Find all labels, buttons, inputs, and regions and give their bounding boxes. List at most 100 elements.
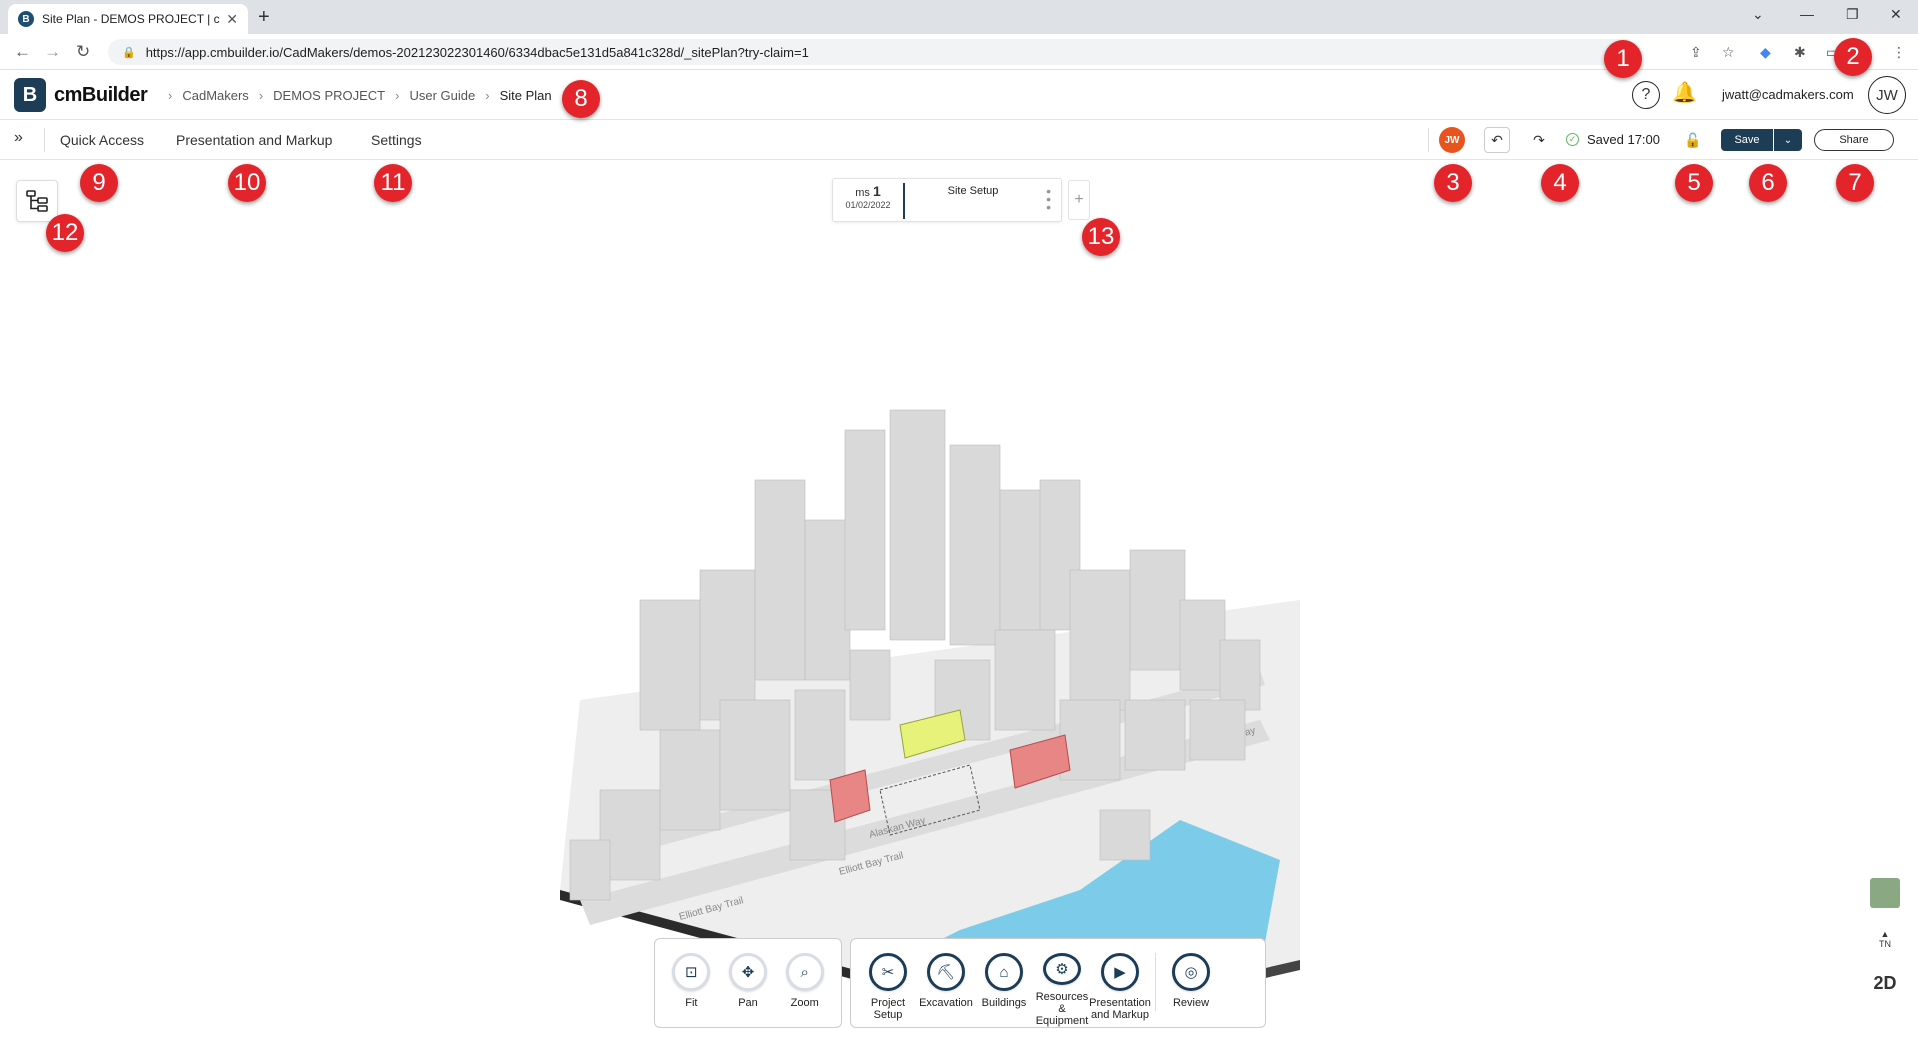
- control-label: Presentation and Markup: [1089, 997, 1151, 1021]
- restore-icon[interactable]: ❐: [1846, 6, 1859, 23]
- save-button[interactable]: Save: [1721, 129, 1773, 151]
- north-indicator-icon[interactable]: ▲ TN: [1870, 924, 1900, 954]
- presentation-icon[interactable]: ▶: [1101, 953, 1139, 991]
- share-page-icon[interactable]: ⇪: [1690, 44, 1702, 61]
- breadcrumb-item[interactable]: CadMakers: [182, 88, 248, 103]
- view-controls: ⊡ Fit ✥ Pan ⌕ Zoom: [654, 938, 842, 1028]
- north-label: TN: [1879, 939, 1891, 949]
- close-window-icon[interactable]: ✕: [1890, 6, 1902, 23]
- control-label: Zoom: [790, 997, 819, 1009]
- url-field[interactable]: 🔒 https://app.cmbuilder.io/CadMakers/dem…: [108, 39, 1638, 65]
- control-label: Review: [1172, 997, 1210, 1009]
- site-plan-canvas[interactable]: ms 1 01/02/2022 Site Setup • • • + Alaskan…: [0, 160, 1918, 1040]
- breadcrumb-item[interactable]: DEMOS PROJECT: [273, 88, 385, 103]
- breadcrumb-current: Site Plan: [499, 88, 552, 103]
- close-tab-icon[interactable]: ✕: [226, 11, 238, 28]
- marker: 11: [374, 164, 412, 202]
- control-label: Buildings: [981, 997, 1027, 1009]
- fit-icon[interactable]: ⊡: [672, 953, 711, 991]
- zoom-icon[interactable]: ⌕: [785, 953, 824, 991]
- review-icon[interactable]: ◎: [1172, 953, 1210, 991]
- back-icon[interactable]: ←: [14, 42, 31, 62]
- save-status: ✓ Saved 17:00: [1566, 132, 1660, 147]
- city-3d-model[interactable]: Alaskan Way Alaskan Way Elliott Bay Trai…: [540, 370, 1340, 1010]
- browser-tab[interactable]: B Site Plan - DEMOS PROJECT | cm ✕: [8, 4, 248, 34]
- marker: 10: [228, 164, 266, 202]
- avatar[interactable]: JW: [1868, 76, 1906, 114]
- menu-presentation-markup[interactable]: Presentation and Markup: [176, 132, 332, 148]
- fit-control[interactable]: ⊡ Fit: [663, 953, 720, 1027]
- breadcrumb: › CadMakers › DEMOS PROJECT › User Guide…: [168, 88, 552, 103]
- control-label: Excavation: [919, 997, 973, 1009]
- add-milestone-button[interactable]: +: [1068, 180, 1090, 220]
- model-tree-icon[interactable]: [16, 180, 58, 222]
- cmbuilder-favicon-icon: B: [18, 11, 34, 27]
- pan-control[interactable]: ✥ Pan: [720, 953, 777, 1027]
- zoom-control[interactable]: ⌕ Zoom: [776, 953, 833, 1027]
- satellite-map-icon[interactable]: [1870, 878, 1900, 908]
- ms-label: ms: [855, 187, 870, 199]
- undo-icon[interactable]: ↶: [1484, 127, 1510, 153]
- notification-bell-icon[interactable]: 🔔: [1672, 80, 1697, 105]
- menu-quick-access[interactable]: Quick Access: [60, 132, 144, 148]
- reload-icon[interactable]: ↻: [76, 42, 90, 62]
- north-arrow-icon: ▲: [1880, 929, 1890, 939]
- resources-icon[interactable]: ⚙: [1043, 953, 1081, 985]
- pan-icon[interactable]: ✥: [729, 953, 767, 991]
- control-label: Project Setup: [870, 997, 906, 1021]
- saved-text: Saved 17:00: [1587, 132, 1661, 147]
- tab-search-icon[interactable]: ⌄: [1752, 6, 1764, 23]
- lock-toggle-icon[interactable]: 🔓: [1680, 127, 1706, 153]
- view-mode-toggle[interactable]: 2D: [1870, 968, 1900, 998]
- marker: 13: [1082, 218, 1120, 256]
- bookmark-star-icon[interactable]: ☆: [1722, 44, 1735, 61]
- breadcrumb-separator-icon: ›: [485, 88, 490, 103]
- menu-settings[interactable]: Settings: [371, 132, 422, 148]
- resources-control[interactable]: ⚙ Resources & Equipment: [1033, 953, 1091, 1027]
- tab-title: Site Plan - DEMOS PROJECT | cm: [42, 12, 221, 26]
- minimize-icon[interactable]: —: [1800, 6, 1814, 22]
- project-setup-control[interactable]: ✂ Project Setup: [859, 953, 917, 1027]
- brand-name: cmBuilder: [54, 84, 148, 106]
- divider: [1428, 128, 1429, 152]
- tools-icon[interactable]: ✂: [869, 953, 907, 991]
- review-control[interactable]: ◎ Review: [1162, 953, 1220, 1027]
- redo-icon[interactable]: ↷: [1526, 127, 1552, 153]
- app-toolbar: » Quick Access Presentation and Markup S…: [0, 120, 1918, 160]
- milestone-menu-icon[interactable]: • • •: [1046, 184, 1051, 214]
- expand-panel-icon[interactable]: »: [14, 129, 23, 147]
- milestone-title: Site Setup: [947, 185, 999, 197]
- excavation-control[interactable]: ⛏ Excavation: [917, 953, 975, 1027]
- mode-controls: ✂ Project Setup ⛏ Excavation ⌂ Buildings…: [850, 938, 1266, 1028]
- buildings-control[interactable]: ⌂ Buildings: [975, 953, 1033, 1027]
- breadcrumb-separator-icon: ›: [258, 88, 264, 103]
- help-icon[interactable]: ?: [1632, 81, 1660, 109]
- excavation-icon[interactable]: ⛏: [927, 953, 965, 991]
- milestone-id: ms 1 01/02/2022: [833, 183, 905, 219]
- marker: 3: [1434, 164, 1472, 202]
- marker: 8: [562, 80, 600, 118]
- forward-icon[interactable]: →: [44, 42, 61, 62]
- cmbuilder-logo[interactable]: B: [14, 78, 46, 112]
- extension-icon[interactable]: ◆: [1760, 44, 1771, 61]
- save-options-chevron-down-icon[interactable]: ⌄: [1774, 129, 1802, 151]
- breadcrumb-item[interactable]: User Guide: [409, 88, 475, 103]
- breadcrumb-separator-icon: ›: [395, 88, 400, 103]
- divider: [44, 128, 45, 152]
- milestone-card[interactable]: ms 1 01/02/2022 Site Setup • • •: [832, 178, 1062, 222]
- app-header: B cmBuilder › CadMakers › DEMOS PROJECT …: [0, 70, 1918, 120]
- marker: 7: [1836, 164, 1874, 202]
- marker: 5: [1675, 164, 1713, 202]
- browser-menu-icon[interactable]: ⋮: [1892, 44, 1906, 61]
- extensions-puzzle-icon[interactable]: ✱: [1794, 44, 1806, 61]
- marker: 4: [1541, 164, 1579, 202]
- share-button[interactable]: Share: [1814, 129, 1894, 151]
- marker: 12: [46, 214, 84, 252]
- marker: 1: [1604, 40, 1642, 78]
- marker: 2: [1834, 38, 1872, 76]
- active-user-badge[interactable]: JW: [1439, 127, 1465, 153]
- milestone-date: 01/02/2022: [845, 200, 891, 210]
- presentation-control[interactable]: ▶ Presentation and Markup: [1089, 953, 1151, 1027]
- new-tab-icon[interactable]: +: [258, 6, 270, 29]
- buildings-icon[interactable]: ⌂: [985, 953, 1023, 991]
